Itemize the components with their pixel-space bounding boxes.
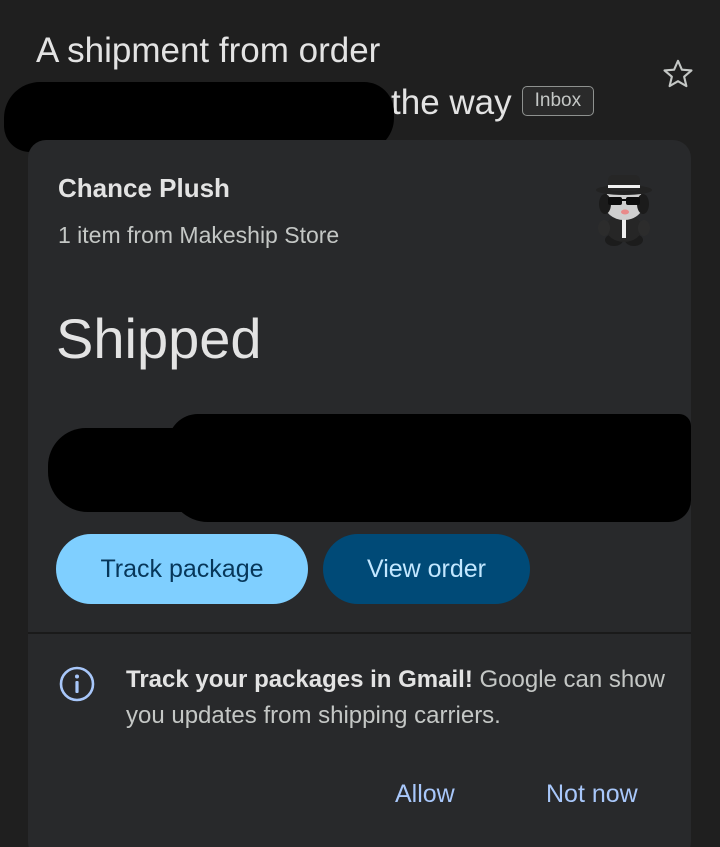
view-order-button[interactable]: View order — [323, 534, 530, 604]
divider — [28, 632, 691, 634]
subject-line-2-text: the way — [391, 83, 512, 122]
track-package-button[interactable]: Track package — [56, 534, 308, 604]
package-card: Chance Plush 1 item from Makeship Store — [28, 140, 691, 847]
not-now-button[interactable]: Not now — [546, 780, 638, 809]
email-view: A shipment from order the way Inbox Chanc… — [0, 0, 720, 847]
product-thumbnail — [584, 170, 664, 250]
gmail-tracking-promo: Track your packages in Gmail! Google can… — [126, 662, 676, 734]
inbox-label-badge[interactable]: Inbox — [521, 85, 595, 116]
shipment-status: Shipped — [56, 307, 262, 370]
star-icon[interactable] — [658, 54, 698, 94]
product-name: Chance Plush — [58, 173, 230, 203]
redaction-tracking-info-2 — [168, 414, 691, 522]
info-icon — [58, 665, 96, 703]
allow-button[interactable]: Allow — [395, 780, 455, 809]
promo-heading: Track your packages in Gmail! — [126, 666, 473, 693]
product-subtitle: 1 item from Makeship Store — [58, 222, 340, 248]
subject-line-1: A shipment from order — [36, 31, 381, 70]
